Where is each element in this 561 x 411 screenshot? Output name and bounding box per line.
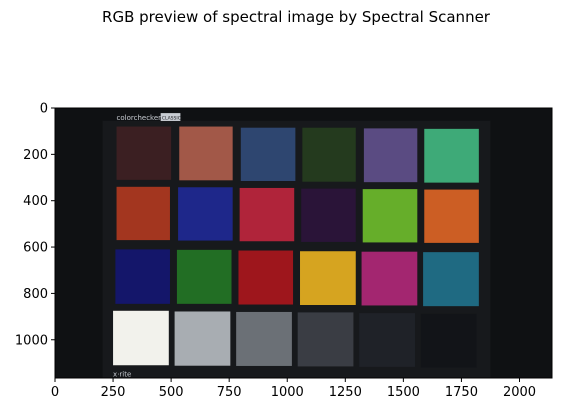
x-tick-label: 1500 [387, 385, 420, 400]
x-tick-label: 750 [217, 385, 242, 400]
chart-figure: RGB preview of spectral image by Spectra… [15, 8, 553, 400]
brand-label: colorchecker [117, 114, 162, 122]
color-patch [116, 126, 172, 180]
x-tick-label: 250 [101, 385, 126, 400]
y-tick-label: 200 [23, 148, 48, 163]
color-patch [115, 249, 170, 304]
color-patch [423, 252, 479, 307]
badge-label: CLASSIC [162, 116, 181, 122]
color-patch [363, 128, 418, 183]
color-patch [178, 187, 233, 241]
color-patch [239, 187, 295, 242]
color-patch [362, 189, 418, 243]
color-patch [420, 313, 477, 368]
color-patch [176, 249, 232, 304]
color-patch [301, 188, 356, 242]
color-patch [236, 311, 292, 366]
x-tick-label: 0 [51, 385, 59, 400]
color-patch [302, 127, 356, 182]
color-patch [359, 313, 415, 367]
color-patch [424, 128, 479, 183]
image-content: colorchecker CLASSIC x·rite [102, 113, 491, 378]
maker-label: x·rite [113, 370, 131, 378]
color-patch [297, 312, 354, 367]
y-tick-label: 400 [23, 194, 48, 209]
y-axis: 0 200 400 600 800 1000 [15, 102, 55, 348]
x-tick-label: 1000 [271, 385, 304, 400]
x-tick-label: 1250 [329, 385, 362, 400]
color-patch [179, 126, 233, 181]
chart-title: RGB preview of spectral image by Spectra… [102, 8, 491, 26]
color-patch [424, 189, 479, 243]
color-patch [238, 250, 294, 305]
x-axis: 0 250 500 750 1000 1250 1500 1750 2000 [51, 378, 536, 400]
x-tick-label: 500 [159, 385, 184, 400]
color-patch [361, 251, 418, 306]
x-tick-label: 1750 [445, 385, 478, 400]
y-tick-label: 0 [40, 102, 48, 117]
y-tick-label: 1000 [15, 333, 48, 348]
color-patch [116, 186, 170, 241]
y-tick-label: 600 [23, 241, 48, 256]
color-patch [240, 127, 296, 182]
x-tick-label: 2000 [503, 385, 536, 400]
color-patch [300, 251, 356, 305]
color-patch [174, 311, 231, 366]
y-tick-label: 800 [23, 287, 48, 302]
color-patch [113, 310, 169, 366]
